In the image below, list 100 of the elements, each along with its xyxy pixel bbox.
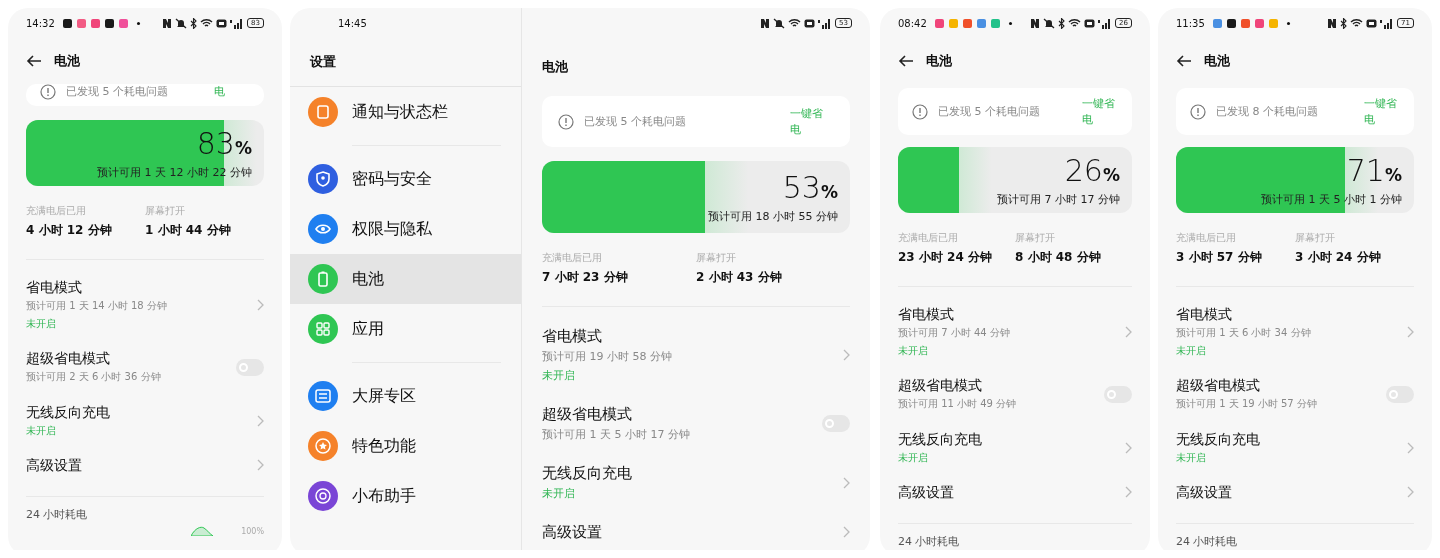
option-title: 超级省电模式 [1176,376,1261,395]
usage-curve [191,526,214,536]
alert-icon [912,103,928,120]
page-title: 电池 [1204,52,1230,70]
option-title: 无线反向充电 [1176,430,1260,449]
back-button[interactable] [26,55,42,67]
settings-option[interactable]: 高级设置 [898,474,1132,510]
section-title: 24 小时耗电 [26,507,89,522]
stat-label: 充满电后已用 [898,231,959,245]
option-subtitle: 预计可用 1 天 14 小时 18 分钟 [26,299,167,313]
wifi-icon [788,18,802,28]
settings-option[interactable]: 超级省电模式 预计可用 11 小时 49 分钟 [898,367,1132,421]
chevron-icon [843,476,850,489]
nfc-icon [162,17,173,29]
nfc-icon [760,17,771,29]
stat-value: 4 小时 12 分钟 [26,222,113,239]
settings-option[interactable]: 高级设置 [26,447,264,483]
settings-option[interactable]: 高级设置 [542,512,850,550]
settings-item[interactable]: 权限与隐私 [290,204,521,254]
option-status: 未开启 [1176,344,1207,358]
settings-option[interactable]: 无线反向充电 未开启 [1176,421,1414,474]
settings-item[interactable]: 小布助手 [290,471,521,521]
option-subtitle: 预计可用 1 天 6 小时 34 分钟 [1176,326,1311,340]
alert-icon [558,113,574,130]
settings-option[interactable]: 无线反向充电 未开启 [898,421,1132,474]
stat-value: 1 小时 44 分钟 [145,222,232,239]
wifi-icon [1350,18,1364,28]
back-button[interactable] [898,55,914,67]
option-title: 超级省电模式 [898,376,983,395]
chevron-icon [1407,441,1414,454]
chevron-icon [1125,486,1132,498]
alert-message: 已发现 8 个耗电问题 [1216,104,1319,119]
option-subtitle: 预计可用 1 天 5 小时 17 分钟 [542,427,690,443]
toggle-switch[interactable] [236,358,264,376]
stat-value: 3 小时 57 分钟 [1176,249,1263,266]
chevron-icon [1407,325,1414,338]
option-subtitle: 预计可用 11 小时 49 分钟 [898,397,1017,411]
option-title: 省电模式 [26,278,83,297]
wifi-icon [200,18,214,28]
toggle-switch[interactable] [1386,385,1414,403]
stat-value: 23 小时 24 分钟 [898,249,993,266]
settings-option[interactable]: 省电模式 预计可用 1 天 6 小时 34 分钟 未开启 [1176,296,1414,367]
alert-message: 已发现 5 个耗电问题 [938,104,1041,119]
status-time: 14:32 [26,17,55,29]
axis-label: 100% [241,527,264,536]
settings-option[interactable]: 无线反向充电 未开启 [542,453,850,512]
settings-item[interactable]: 特色功能 [290,421,521,471]
page-title: 电池 [926,52,952,70]
status-time: 14:45 [338,17,367,29]
battery-estimate: 预计可用 18 小时 55 分钟 [708,208,838,224]
hd-icon [216,18,228,28]
settings-option[interactable]: 省电模式 预计可用 7 小时 44 分钟 未开启 [898,296,1132,367]
status-time: 11:35 [1176,17,1205,29]
stat-label: 充满电后已用 [542,251,603,265]
stat-value: 3 小时 24 分钟 [1295,249,1382,266]
settings-item[interactable]: 通知与状态栏 [290,87,521,137]
stat-label: 屏幕打开 [145,204,186,218]
stat-value: 2 小时 43 分钟 [696,269,783,286]
option-status: 未开启 [898,451,929,465]
option-status: 未开启 [26,424,57,438]
chevron-icon [257,459,264,471]
toggle-switch[interactable] [822,415,850,432]
chevron-icon [1125,325,1132,338]
settings-item[interactable]: 密码与安全 [290,154,521,204]
section-title: 24 小时耗电 [898,534,961,549]
stat-value: 7 小时 23 分钟 [542,269,629,286]
option-subtitle: 预计可用 19 小时 58 分钟 [542,349,672,365]
battery-percentage: 53% [782,170,838,207]
settings-item[interactable]: 大屏专区 [290,371,521,421]
settings-option[interactable]: 无线反向充电 未开启 [26,394,264,447]
chevron-icon [257,414,264,427]
toggle-switch[interactable] [1104,385,1132,403]
settings-option[interactable]: 省电模式 预计可用 19 小时 58 分钟 未开启 [542,316,850,394]
chevron-icon [257,298,264,311]
option-title: 超级省电模式 [26,349,111,368]
settings-option[interactable]: 高级设置 [1176,474,1414,510]
option-title: 超级省电模式 [542,404,633,425]
back-button[interactable] [1176,55,1192,67]
page-title: 电池 [542,58,568,76]
option-status: 未开启 [542,368,576,384]
option-title: 无线反向充电 [898,430,982,449]
settings-option[interactable]: 省电模式 预计可用 1 天 14 小时 18 分钟 未开启 [26,269,264,340]
settings-item[interactable]: 应用 [290,304,521,354]
signal-icon [1098,17,1113,29]
alert-message: 已发现 5 个耗电问题 [584,114,687,129]
page-title: 电池 [54,52,80,70]
chevron-icon [1407,486,1414,498]
settings-item[interactable]: 电池 [290,254,521,304]
option-title: 高级设置 [26,456,82,475]
settings-option[interactable]: 超级省电模式 预计可用 1 天 5 小时 17 分钟 [542,394,850,453]
chevron-icon [843,526,850,538]
option-status: 未开启 [542,486,576,502]
stat-label: 屏幕打开 [1295,231,1336,245]
settings-option[interactable]: 超级省电模式 预计可用 2 天 6 小时 36 分钟 [26,340,264,394]
settings-option[interactable]: 超级省电模式 预计可用 1 天 19 小时 57 分钟 [1176,367,1414,421]
option-status: 未开启 [1176,451,1207,465]
option-subtitle: 预计可用 1 天 19 小时 57 分钟 [1176,397,1317,411]
option-status: 未开启 [898,344,929,358]
battery-percentage: 71% [1346,153,1402,190]
option-title: 无线反向充电 [26,403,110,422]
